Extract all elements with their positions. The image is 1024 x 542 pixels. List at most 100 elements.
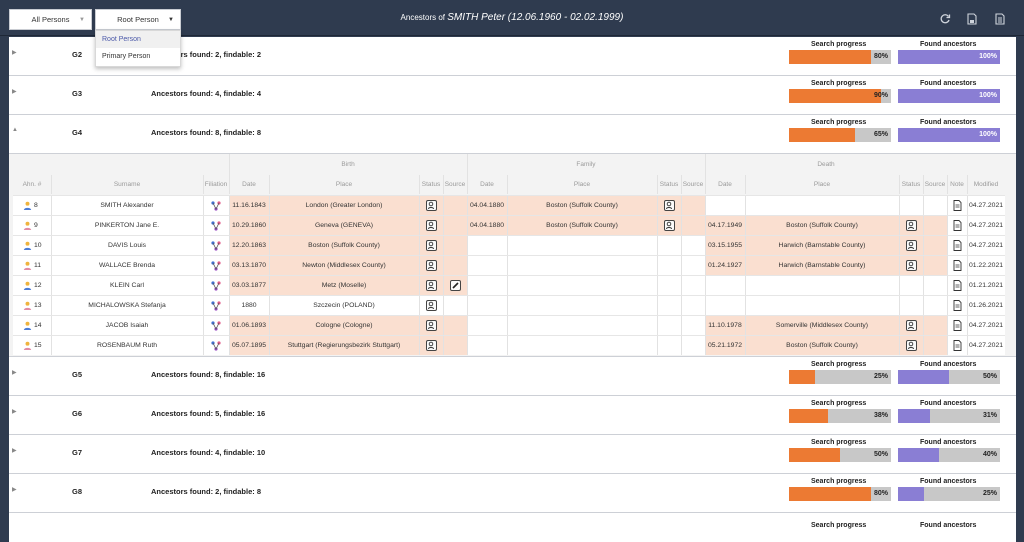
generation-name: G3 (72, 89, 83, 98)
cell-divider (507, 276, 508, 295)
note-icon[interactable] (953, 220, 962, 231)
source-icon[interactable] (449, 280, 461, 291)
column-divider (745, 175, 746, 194)
table-row[interactable]: 9 PINKERTON Jane E. 10.29.1860 Geneva (GENE… (13, 215, 1005, 235)
cell-divider (923, 316, 924, 335)
filiation-icon[interactable] (211, 300, 221, 311)
refresh-icon[interactable] (939, 13, 951, 25)
note-icon[interactable] (953, 320, 962, 331)
cell-birth-status (419, 316, 443, 335)
generation-row-g5[interactable]: ▶ G5 Ancestors found: 8, findable: 16 Searc… (9, 357, 1016, 396)
status-search-icon[interactable] (425, 320, 437, 331)
filiation-icon[interactable] (211, 320, 221, 331)
cell-birth-source (443, 336, 467, 355)
chevron-right-icon[interactable]: ▶ (12, 486, 17, 493)
cell-divider (203, 256, 204, 275)
generation-found-text: Ancestors found: 2, findable: 8 (151, 487, 262, 496)
surname-text: DAVIS Louis (107, 242, 147, 249)
status-search-icon[interactable] (425, 260, 437, 271)
filiation-icon[interactable] (211, 260, 221, 271)
chevron-right-icon[interactable]: ▶ (12, 49, 17, 56)
filiation-icon[interactable] (211, 220, 221, 231)
status-search-icon[interactable] (425, 280, 437, 291)
cell-surname: WALLACE Brenda (51, 256, 203, 275)
status-search-icon[interactable] (905, 240, 917, 251)
note-icon[interactable] (953, 240, 962, 251)
death-date-text: 05.21.1972 (707, 342, 743, 349)
note-icon[interactable] (953, 340, 962, 351)
male-person-icon (23, 241, 32, 250)
death-place-text: Somerville (Middlesex County) (775, 322, 869, 329)
death-place-text: Boston (Suffolk County) (786, 222, 858, 229)
status-search-icon[interactable] (905, 340, 917, 351)
filiation-icon[interactable] (211, 340, 221, 351)
table-row[interactable]: 14 JACOB Isaiah 01.06.1893 Cologne (Cologne… (13, 315, 1005, 335)
cell-divider (657, 196, 658, 215)
filiation-icon[interactable] (211, 200, 221, 211)
cell-family-place: Boston (Suffolk County) (507, 196, 657, 215)
dropdown-item-primary-person[interactable]: Primary Person (96, 48, 180, 65)
filiation-icon[interactable] (211, 280, 221, 291)
generation-row-g6[interactable]: ▶ G6 Ancestors found: 5, findable: 16 Searc… (9, 396, 1016, 435)
status-search-icon[interactable] (425, 200, 437, 211)
cell-filiation (203, 316, 229, 335)
generation-row-g7[interactable]: ▶ G7 Ancestors found: 4, findable: 10 Searc… (9, 435, 1016, 474)
column-divider (657, 175, 658, 194)
cell-divider (443, 336, 444, 355)
dropdown-item-root-person[interactable]: Root Person (96, 31, 180, 48)
chevron-right-icon[interactable]: ▶ (12, 369, 17, 376)
note-icon[interactable] (953, 200, 962, 211)
table-row[interactable]: 12 KLEIN Carl 03.03.1877 Metz (Moselle) 01.2… (13, 275, 1005, 295)
header-filiation: Filiation (204, 181, 228, 188)
search-progress-bar: 65% (789, 128, 891, 142)
note-icon[interactable] (953, 280, 962, 291)
status-search-icon[interactable] (663, 220, 675, 231)
status-search-icon[interactable] (425, 300, 437, 311)
table-row[interactable]: 11 WALLACE Brenda 03.13.1870 Newton (Middle… (13, 255, 1005, 275)
cell-divider (203, 236, 204, 255)
cell-family-date (467, 296, 507, 315)
status-search-icon[interactable] (663, 200, 675, 211)
generation-g4-table: Birth Family Death Ahn. # Surname Filiation Da… (9, 154, 1016, 357)
cell-family-source (681, 196, 705, 215)
status-search-icon[interactable] (905, 320, 917, 331)
cell-divider (899, 256, 900, 275)
generation-row-g4[interactable]: ▲ G4 Ancestors found: 8, findable: 8 Search… (9, 115, 1016, 154)
table-row[interactable]: 15 ROSENBAUM Ruth 05.07.1895 Stuttgart (Reg… (13, 335, 1005, 355)
table-row[interactable]: 8 SMITH Alexander 11.16.1843 London (Greate… (13, 195, 1005, 215)
cell-divider (705, 316, 706, 335)
status-search-icon[interactable] (905, 260, 917, 271)
export-icon[interactable] (994, 13, 1006, 25)
cell-divider (681, 316, 682, 335)
column-divider (269, 175, 270, 194)
chevron-up-icon[interactable]: ▲ (12, 127, 18, 133)
status-search-icon[interactable] (425, 220, 437, 231)
generation-found-text: Ancestors found: 8, findable: 16 (151, 370, 266, 379)
cell-death-date: 05.21.1972 (705, 336, 745, 355)
status-search-icon[interactable] (905, 220, 917, 231)
generation-row-g3[interactable]: ▶ G3 Ancestors found: 4, findable: 4 Search… (9, 76, 1016, 115)
cell-family-place (507, 236, 657, 255)
note-icon[interactable] (953, 260, 962, 271)
found-ancestors-value: 31% (982, 412, 997, 419)
chevron-right-icon[interactable]: ▶ (12, 408, 17, 415)
table-row[interactable]: 13 MICHALOWSKA Stefanja 1880 Szczecin (POLA… (13, 295, 1005, 315)
save-icon[interactable] (966, 13, 978, 25)
cell-divider (229, 296, 230, 315)
cell-divider (419, 296, 420, 315)
cell-death-date: 04.17.1949 (705, 216, 745, 235)
birth-date-text: 05.07.1895 (231, 342, 267, 349)
chevron-right-icon[interactable]: ▶ (12, 447, 17, 454)
note-icon[interactable] (953, 300, 962, 311)
cell-death-status (899, 276, 923, 295)
chevron-right-icon[interactable]: ▶ (12, 88, 17, 95)
filiation-icon[interactable] (211, 240, 221, 251)
status-search-icon[interactable] (425, 340, 437, 351)
cell-death-status (899, 216, 923, 235)
table-row[interactable]: 10 DAVIS Louis 12.20.1863 Boston (Suffolk C… (13, 235, 1005, 255)
death-place-text: Harwich (Barnstable County) (778, 262, 866, 269)
status-search-icon[interactable] (425, 240, 437, 251)
found-ancestors-value: 100% (979, 131, 997, 138)
generation-row-g8[interactable]: ▶ G8 Ancestors found: 2, findable: 8 Search… (9, 474, 1016, 513)
cell-divider (967, 296, 968, 315)
